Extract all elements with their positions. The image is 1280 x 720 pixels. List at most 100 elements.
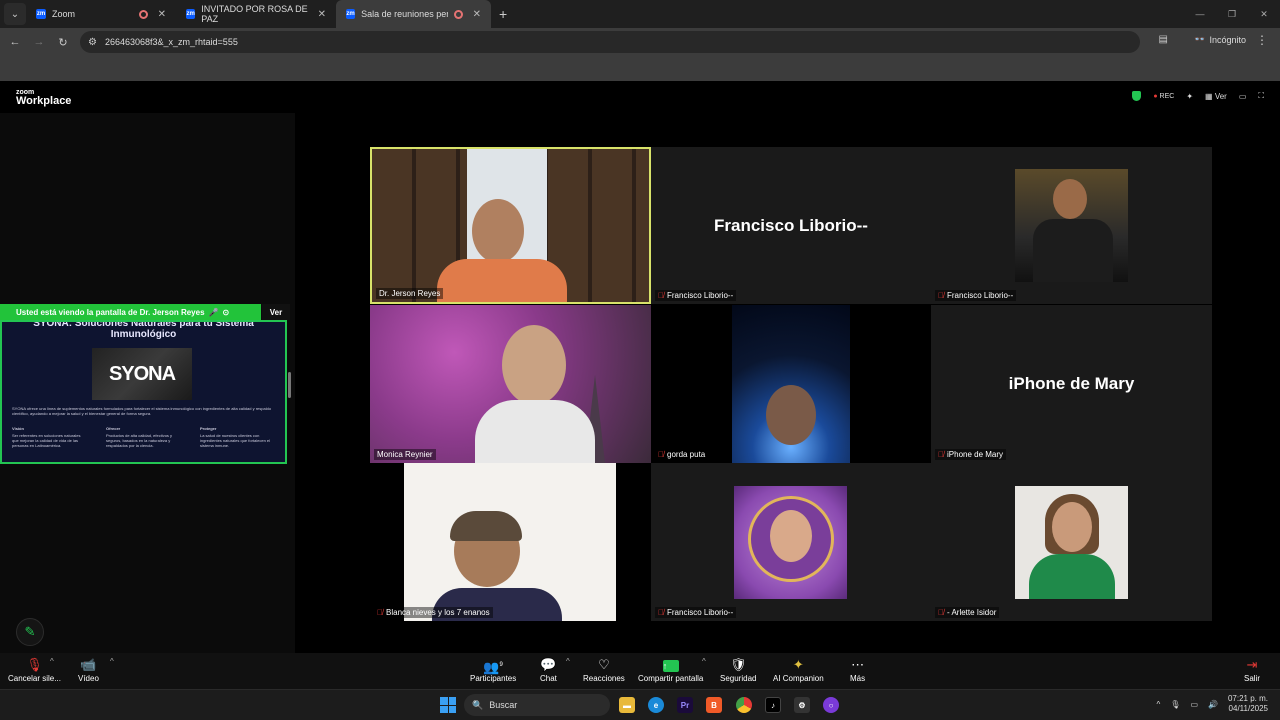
annotate-pencil-icon[interactable]: ✎ — [16, 618, 44, 646]
participant-tile[interactable]: Francisco Liborio-- 🎙̸ Francisco Liborio-… — [651, 147, 931, 304]
participant-name-label: Dr. Jerson Reyes — [376, 288, 444, 299]
incognito-badge[interactable]: 👓 Incógnito — [1194, 34, 1246, 45]
tray-chevron-icon[interactable]: ^ — [1157, 700, 1161, 709]
ai-sparkle-icon[interactable]: ✦ — [1186, 92, 1193, 101]
close-window-icon[interactable]: ✕ — [1248, 9, 1280, 20]
share-view-button[interactable]: Ver — [262, 304, 290, 320]
chat-options-chevron-icon[interactable]: ^ — [566, 657, 570, 666]
clock[interactable]: 07:21 p. m. 04/11/2025 — [1228, 694, 1268, 714]
heart-icon: ♡ — [598, 657, 610, 672]
share-options-chevron-icon[interactable]: ^ — [702, 657, 706, 666]
close-icon[interactable]: ✕ — [318, 9, 326, 20]
site-info-icon[interactable]: ⚙ — [88, 37, 97, 48]
bookmarks-bar-area — [0, 56, 1280, 81]
rec-label: REC — [1159, 92, 1175, 100]
clock-date: 04/11/2025 — [1228, 704, 1268, 713]
participant-name: Monica Reynier — [377, 450, 433, 459]
ai-companion-button[interactable]: ✦ AI Companion — [773, 656, 824, 683]
options-icon[interactable]: ⊙ — [223, 308, 230, 317]
participant-tile[interactable]: 🎙̸ - Arlette Isidor — [931, 463, 1212, 621]
photo-face — [1053, 179, 1087, 219]
encryption-shield-icon[interactable] — [1132, 91, 1142, 101]
shared-screen[interactable]: SYONA: Soluciones Naturales para tu Sist… — [0, 320, 287, 464]
back-icon[interactable]: ← — [3, 36, 27, 48]
share-banner: Usted está viendo la pantalla de Dr. Jer… — [0, 304, 261, 320]
recording-indicator[interactable]: ● REC — [1153, 93, 1174, 100]
view-button[interactable]: ▦ Ver — [1205, 92, 1227, 101]
forward-icon[interactable]: → — [27, 36, 51, 48]
brave-icon[interactable]: B — [706, 697, 722, 713]
participant-tile[interactable]: iPhone de Mary 🎙̸ iPhone de Mary — [931, 305, 1212, 463]
participant-shirt — [437, 259, 567, 302]
participants-button[interactable]: 👥9 Participantes — [470, 656, 516, 683]
participant-display-name: iPhone de Mary — [1008, 374, 1135, 393]
share-screen-icon: ↑ — [662, 656, 679, 674]
share-screen-button[interactable]: ↑ Compartir pantalla — [638, 656, 703, 683]
edge-icon[interactable]: e — [648, 697, 664, 713]
minimize-icon[interactable]: — — [1184, 9, 1216, 19]
tab-label: Zoom — [52, 9, 76, 19]
tiktok-icon[interactable]: ♪ — [765, 697, 781, 713]
search-label: Buscar — [489, 700, 518, 710]
app-icon[interactable]: ○ — [823, 697, 839, 713]
slide-col: Visión Ser referentes en soluciones natur… — [12, 426, 86, 448]
participant-face — [472, 199, 524, 263]
share-label: Compartir pantalla — [638, 674, 704, 683]
network-icon[interactable]: ▭ — [1190, 700, 1198, 709]
reading-mode-icon[interactable]: ▤ — [1159, 34, 1168, 45]
col-head: Visión — [12, 426, 24, 431]
new-tab-icon[interactable]: + — [499, 6, 507, 22]
profile-photo — [1015, 486, 1128, 599]
video-options-chevron-icon[interactable]: ^ — [110, 657, 114, 666]
close-icon[interactable]: ✕ — [158, 9, 166, 20]
participant-tile[interactable]: 🎙̸ Francisco Liborio-- — [931, 147, 1212, 304]
url-bar[interactable]: ⚙ 266463068f3&_x_zm_rhtaid=555 — [80, 31, 1140, 53]
file-explorer-icon[interactable]: ▬ — [619, 697, 635, 713]
participant-tile[interactable]: Dr. Jerson Reyes — [370, 147, 651, 304]
muted-mic-icon: 🎙̸ — [658, 450, 664, 459]
participant-tile[interactable]: 🎙̸ Francisco Liborio-- — [651, 463, 931, 621]
participant-name-label: 🎙̸ Francisco Liborio-- — [655, 607, 737, 618]
more-button[interactable]: ⋯ Más — [850, 656, 865, 683]
reload-icon[interactable]: ↻ — [51, 36, 75, 49]
volume-icon[interactable]: 🔊 — [1208, 700, 1218, 709]
search-icon: 🔍 — [472, 699, 484, 710]
leave-button[interactable]: ⇥ Salir — [1244, 656, 1260, 683]
recording-icon — [138, 9, 148, 19]
tab-sala[interactable]: zm Sala de reuniones personal ✕ — [336, 0, 491, 28]
participant-name-label: 🎙̸ Francisco Liborio-- — [935, 290, 1017, 301]
col-text: Productos de alta calidad, efectivos y s… — [106, 433, 173, 448]
chat-icon: 💬 — [540, 657, 557, 672]
tray-mic-icon[interactable]: 🎙 — [1170, 700, 1180, 709]
mic-muted-icon: 🎙 — [26, 657, 43, 672]
muted-mic-icon: 🎙̸ — [658, 291, 664, 300]
participant-name-label: 🎙̸ Blanca nieves y los 7 enanos — [374, 607, 493, 618]
zoom-favicon-icon: zm — [36, 9, 46, 19]
windows-start-icon[interactable] — [440, 697, 456, 713]
windows-taskbar: 🔍 Buscar ▬ e Pr B ♪ ⚙ ○ ^ 🎙 ▭ 🔊 07:21 p.… — [0, 689, 1280, 720]
slide-logo-image: SYONA — [92, 348, 192, 400]
fullscreen-icon[interactable]: ⛶ — [1258, 91, 1264, 101]
gallery-icon[interactable]: ▭ — [1239, 92, 1247, 101]
col-head: Proteger — [200, 426, 217, 431]
close-icon[interactable]: ✕ — [473, 9, 481, 20]
mic-options-chevron-icon[interactable]: ^ — [50, 657, 54, 666]
participant-tile[interactable]: 🎙̸ Blanca nieves y los 7 enanos — [370, 463, 651, 621]
panel-resize-handle[interactable] — [288, 372, 291, 398]
security-button[interactable]: 🛡 Seguridad — [720, 656, 756, 683]
participant-tile[interactable]: Monica Reynier — [370, 305, 651, 463]
video-button[interactable]: 📹 Vídeo — [78, 656, 99, 683]
participant-tile[interactable]: 🎙̸ gorda puta — [651, 305, 931, 463]
tab-invitado[interactable]: zm INVITADO POR ROSA DE PAZ ✕ — [176, 0, 336, 28]
settings-icon[interactable]: ⚙ — [794, 697, 810, 713]
tab-zoom[interactable]: zm Zoom ✕ — [26, 0, 176, 28]
taskbar-search[interactable]: 🔍 Buscar — [464, 694, 610, 716]
col-head: Ofrecer — [106, 426, 121, 431]
chrome-icon[interactable] — [736, 697, 752, 713]
tab-search-icon[interactable]: ⌄ — [4, 3, 26, 25]
chat-button[interactable]: 💬 Chat — [540, 656, 557, 683]
reactions-button[interactable]: ♡ Reacciones — [583, 656, 625, 683]
premiere-icon[interactable]: Pr — [677, 697, 693, 713]
restore-icon[interactable]: ❐ — [1216, 9, 1248, 20]
browser-menu-icon[interactable]: ⋮ — [1256, 33, 1268, 47]
